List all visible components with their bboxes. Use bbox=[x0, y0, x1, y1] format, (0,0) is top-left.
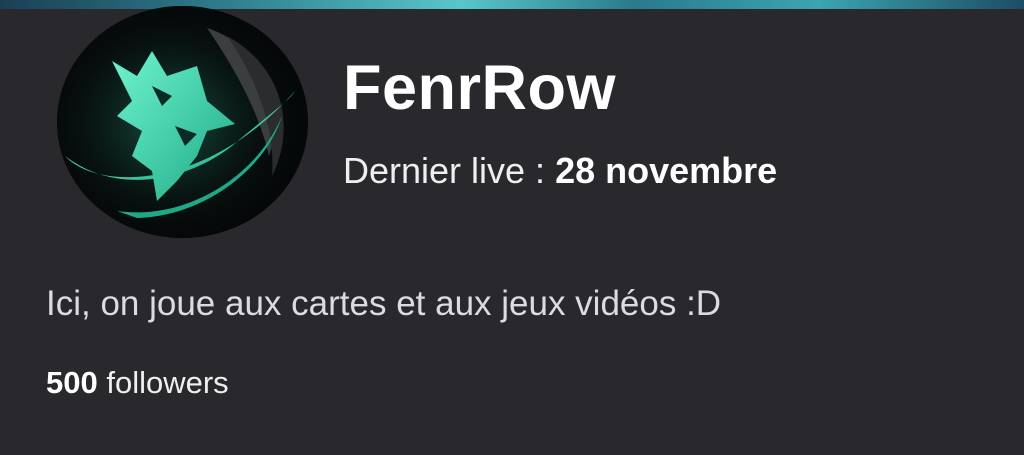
follower-count-value: 500 bbox=[46, 365, 98, 400]
last-live-label: Dernier live : bbox=[343, 150, 546, 191]
follower-count: 500 followers bbox=[46, 365, 229, 401]
channel-banner bbox=[0, 0, 1024, 9]
channel-name[interactable]: FenrRow bbox=[343, 52, 616, 124]
last-live-info: Dernier live : 28 novembre bbox=[343, 150, 777, 192]
channel-avatar[interactable] bbox=[57, 6, 308, 238]
follower-count-label: followers bbox=[106, 365, 229, 400]
channel-description: Ici, on joue aux cartes et aux jeux vidé… bbox=[46, 284, 722, 323]
wolf-logo-icon bbox=[57, 6, 308, 238]
last-live-date: 28 novembre bbox=[555, 150, 778, 191]
